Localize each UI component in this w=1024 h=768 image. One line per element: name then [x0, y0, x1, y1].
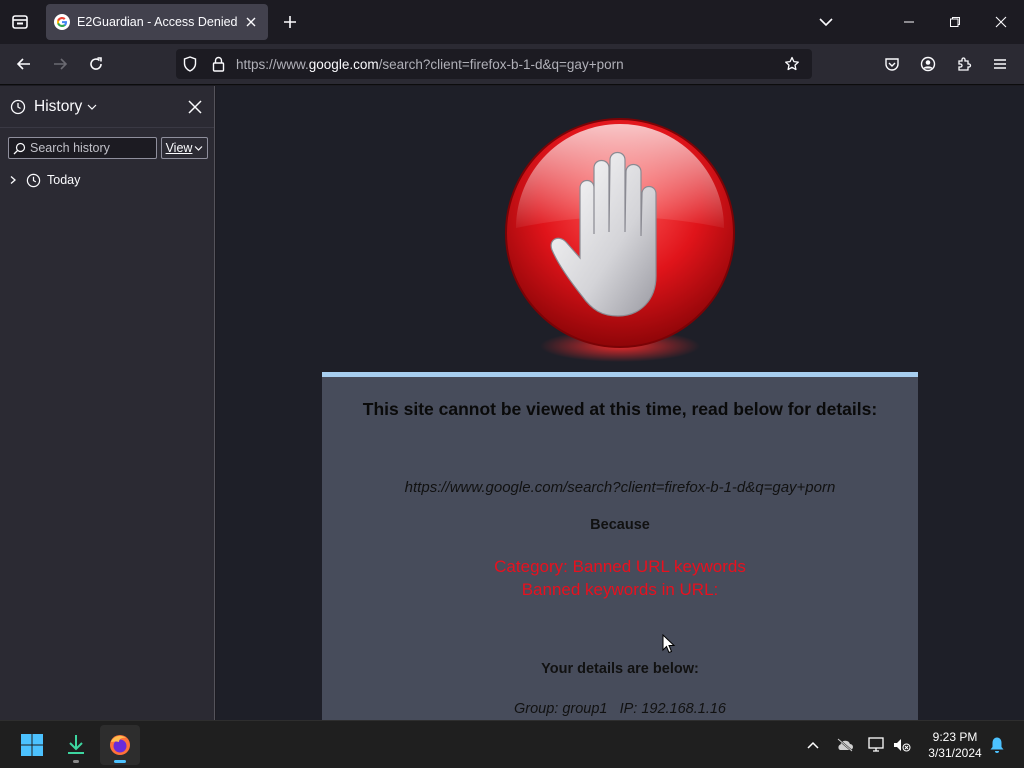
- puzzle-icon: [958, 57, 972, 71]
- clock-time: 9:23 PM: [932, 730, 978, 744]
- sidebar-header[interactable]: History: [0, 86, 214, 128]
- new-tab-button[interactable]: [276, 8, 304, 36]
- account-icon: [920, 56, 936, 72]
- network-icon: [868, 737, 884, 752]
- tab-e2guardian[interactable]: E2Guardian - Access Denied: [46, 4, 268, 40]
- block-details-panel: This site cannot be viewed at this time,…: [322, 372, 918, 720]
- onedrive-tray-button[interactable]: [833, 733, 857, 757]
- search-icon: [13, 142, 26, 154]
- plus-icon: [284, 16, 296, 28]
- bell-icon: [990, 737, 1004, 753]
- close-icon: [246, 17, 256, 27]
- chevron-down-icon: [87, 104, 97, 110]
- close-icon: [188, 100, 202, 114]
- forward-button[interactable]: [45, 49, 75, 79]
- blocked-url: https://www.google.com/search?client=fir…: [404, 479, 836, 496]
- chevron-right-icon[interactable]: [8, 175, 18, 185]
- block-heading: This site cannot be viewed at this time,…: [362, 399, 878, 419]
- firefox-view-icon: [12, 15, 28, 29]
- taskbar-firefox[interactable]: [100, 725, 140, 765]
- taskbar: 9:23 PM 3/31/2024: [0, 720, 1024, 768]
- app-menu-button[interactable]: [985, 49, 1015, 79]
- mouse-cursor-icon: [662, 634, 676, 654]
- close-window-button[interactable]: [978, 0, 1024, 44]
- start-button[interactable]: [12, 725, 52, 765]
- search-history-field[interactable]: [8, 137, 157, 159]
- sidebar-title: History: [34, 97, 83, 115]
- close-icon: [995, 16, 1007, 28]
- stop-hand-icon: [500, 116, 740, 366]
- volume-tray-button[interactable]: [890, 733, 914, 757]
- taskbar-downloads[interactable]: [56, 725, 96, 765]
- tab-close-button[interactable]: [242, 13, 260, 31]
- cloud-offline-icon: [837, 738, 853, 752]
- firefox-icon: [110, 735, 130, 755]
- url-domain: google.com: [308, 56, 379, 72]
- pocket-button[interactable]: [877, 49, 907, 79]
- extensions-button[interactable]: [949, 49, 979, 79]
- active-indicator: [114, 760, 126, 763]
- clock-date: 3/31/2024: [928, 746, 982, 760]
- sidebar-close-button[interactable]: [184, 96, 206, 118]
- tracking-protection-button[interactable]: [176, 49, 204, 79]
- block-reason: Banned keywords in URL:: [521, 580, 719, 599]
- lock-icon: [212, 56, 224, 72]
- firefox-view-button[interactable]: [4, 6, 36, 38]
- url-bar[interactable]: https://www.google.com/search?client=fir…: [176, 49, 812, 79]
- chevron-down-icon: [195, 145, 203, 151]
- url-prefix: https://www.: [236, 56, 309, 72]
- restore-button[interactable]: [932, 0, 978, 44]
- because-label: Because: [590, 517, 650, 533]
- download-icon: [68, 735, 84, 754]
- star-icon: [785, 56, 799, 71]
- shield-icon: [183, 56, 197, 72]
- url-text: https://www.google.com/search?client=fir…: [236, 57, 778, 72]
- view-label: View: [165, 141, 193, 155]
- windows-logo-icon: [21, 734, 43, 756]
- history-sidebar: History View Today: [0, 86, 215, 720]
- google-icon: [54, 14, 70, 30]
- restore-icon: [950, 17, 960, 27]
- show-hidden-icons-button[interactable]: [801, 733, 825, 757]
- chevron-up-icon: [807, 741, 819, 749]
- list-all-tabs-button[interactable]: [812, 8, 840, 36]
- page-content: This site cannot be viewed at this time,…: [216, 86, 1024, 720]
- clock-icon: [10, 99, 26, 114]
- clock-icon: [26, 173, 41, 187]
- back-button[interactable]: [9, 49, 39, 79]
- view-options-button[interactable]: View: [161, 137, 208, 159]
- url-path: /search?client=firefox-b-1-d&q=gay+porn: [378, 56, 624, 72]
- details-heading: Your details are below:: [541, 661, 699, 677]
- arrow-right-icon: [54, 58, 68, 70]
- navigation-toolbar: https://www.google.com/search?client=fir…: [0, 44, 1024, 85]
- notifications-button[interactable]: [985, 733, 1009, 757]
- minimize-icon: [904, 21, 914, 23]
- chevron-down-icon: [819, 18, 833, 27]
- system-clock[interactable]: 9:23 PM 3/31/2024: [920, 729, 990, 761]
- bookmark-page-button[interactable]: [778, 49, 806, 79]
- speaker-muted-icon: [894, 739, 911, 752]
- running-indicator: [73, 760, 79, 763]
- tab-bar: E2Guardian - Access Denied: [0, 0, 1024, 44]
- network-tray-button[interactable]: [865, 733, 889, 757]
- reload-button[interactable]: [81, 49, 111, 79]
- block-category: Category: Banned URL keywords: [494, 557, 746, 576]
- reload-icon: [90, 57, 102, 70]
- search-history-input[interactable]: [30, 141, 150, 155]
- group-ip-line: Group: group1 IP: 192.168.1.16: [513, 701, 726, 717]
- account-button[interactable]: [913, 49, 943, 79]
- site-info-button[interactable]: [204, 49, 232, 79]
- minimize-button[interactable]: [886, 0, 932, 44]
- history-item-label: Today: [47, 173, 81, 187]
- hamburger-menu-icon: [994, 59, 1006, 69]
- tab-title: E2Guardian - Access Denied: [77, 15, 238, 29]
- arrow-left-icon: [16, 58, 30, 70]
- history-item-today[interactable]: Today: [8, 170, 80, 190]
- pocket-icon: [885, 58, 899, 71]
